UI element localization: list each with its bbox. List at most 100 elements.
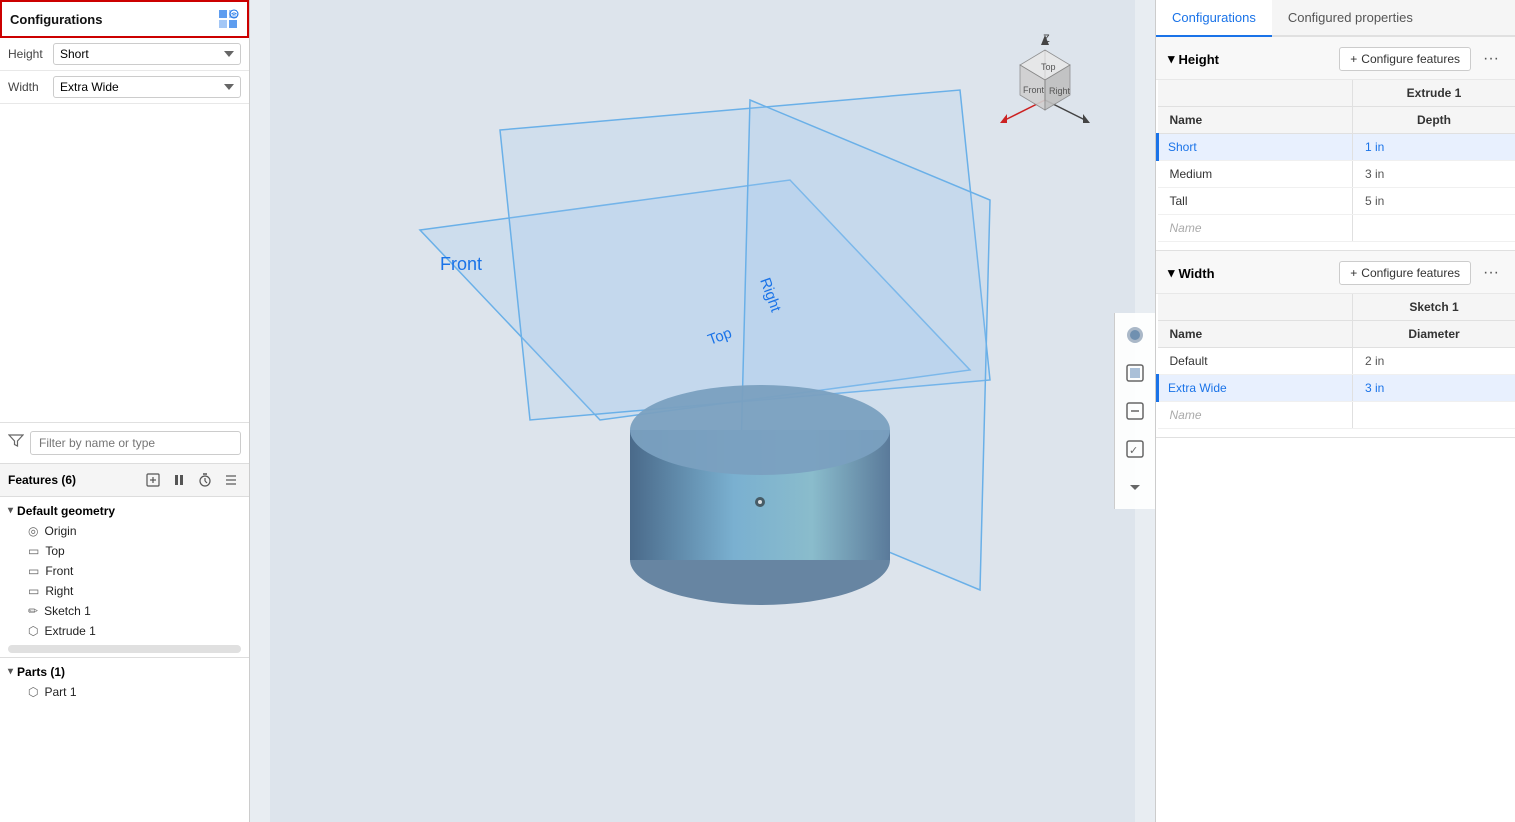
plus-icon: +	[1350, 52, 1357, 66]
width-plus-icon: +	[1350, 266, 1357, 280]
width-new-val	[1353, 402, 1515, 429]
filter-icon	[8, 433, 24, 452]
height-tall-name: Tall	[1158, 188, 1353, 215]
tree-item-origin[interactable]: ◎ Origin	[0, 521, 249, 541]
height-chevron: ▾	[1168, 51, 1175, 67]
height-table: Extrude 1 Name Depth Short 1 in Medium 3…	[1156, 80, 1515, 242]
height-row-medium[interactable]: Medium 3 in	[1158, 161, 1515, 188]
list-btn[interactable]	[221, 470, 241, 490]
height-name-header: Name	[1158, 107, 1353, 134]
configurations-icon: 👁	[217, 8, 239, 30]
tab-configured-properties[interactable]: Configured properties	[1272, 0, 1429, 37]
filter-input[interactable]	[30, 431, 241, 455]
height-new-name: Name	[1158, 215, 1353, 242]
pause-btn[interactable]	[169, 470, 189, 490]
default-geometry-header[interactable]: ▾ Default geometry	[0, 501, 249, 521]
default-geometry-label: Default geometry	[17, 504, 115, 518]
height-select[interactable]: Short Medium Tall	[53, 43, 241, 65]
sketch-icon: ✏	[28, 604, 38, 618]
width-extrawide-name: Extra Wide	[1158, 375, 1353, 402]
height-label: Height	[8, 47, 53, 61]
width-section: ▾ Width + Configure features ··· Sketch …	[1156, 251, 1515, 438]
width-section-header: ▾ Width + Configure features ···	[1156, 251, 1515, 294]
width-config-row: Width Default Extra Wide	[0, 71, 249, 104]
front-plane-icon: ▭	[28, 564, 39, 578]
height-tall-depth: 5 in	[1353, 188, 1515, 215]
add-feature-btn[interactable]	[143, 470, 163, 490]
right-panel: Configurations Configured properties ▾ H…	[1155, 0, 1515, 822]
extrude1-label: Extrude 1	[44, 624, 95, 638]
height-name-col-header	[1158, 80, 1353, 107]
height-medium-name: Medium	[1158, 161, 1353, 188]
width-default-name: Default	[1158, 348, 1353, 375]
viewport-tool-2[interactable]	[1117, 355, 1153, 391]
viewport-dropdown-btn[interactable]	[1117, 469, 1153, 505]
parts-section: ▾ Parts (1) ⬡ Part 1	[0, 657, 249, 706]
width-row-default[interactable]: Default 2 in	[1158, 348, 1515, 375]
feature-tree: ▾ Default geometry ◎ Origin ▭ Top ▭ Fron…	[0, 497, 249, 822]
svg-text:✓: ✓	[1129, 445, 1138, 457]
part1-label: Part 1	[44, 685, 76, 699]
width-label: Width	[8, 80, 53, 94]
tree-item-sketch1[interactable]: ✏ Sketch 1	[0, 601, 249, 621]
height-row-tall[interactable]: Tall 5 in	[1158, 188, 1515, 215]
features-title: Features (6)	[8, 473, 143, 487]
width-section-title: ▾ Width	[1168, 265, 1339, 281]
height-more-btn[interactable]: ···	[1479, 48, 1503, 70]
right-toolbar: ✓	[1114, 313, 1155, 509]
height-section-title: ▾ Height	[1168, 51, 1339, 67]
sketch1-label: Sketch 1	[44, 604, 91, 618]
width-select[interactable]: Default Extra Wide	[53, 76, 241, 98]
right-plane-icon: ▭	[28, 584, 39, 598]
width-row-new[interactable]: Name	[1158, 402, 1515, 429]
height-section: ▾ Height + Configure features ··· Extrud…	[1156, 37, 1515, 251]
height-depth-header: Depth	[1353, 107, 1515, 134]
orientation-cube[interactable]: Z Top Front Right	[995, 20, 1095, 140]
tree-item-part1[interactable]: ⬡ Part 1	[0, 682, 249, 702]
filter-area	[0, 422, 249, 463]
svg-text:👁: 👁	[230, 12, 238, 19]
height-feature-col-header: Extrude 1	[1353, 80, 1515, 107]
top-plane-icon: ▭	[28, 544, 39, 558]
width-name-header: Name	[1158, 321, 1353, 348]
height-short-name: Short	[1158, 134, 1353, 161]
right-panel-content: ▾ Height + Configure features ··· Extrud…	[1156, 37, 1515, 822]
svg-text:Top: Top	[1041, 62, 1056, 72]
width-diameter-header: Diameter	[1353, 321, 1515, 348]
features-toolbar	[143, 470, 241, 490]
svg-text:Front: Front	[440, 254, 482, 274]
tree-item-top[interactable]: ▭ Top	[0, 541, 249, 561]
front-label: Front	[45, 564, 73, 578]
viewport-tool-4[interactable]: ✓	[1117, 431, 1153, 467]
width-configure-btn[interactable]: + Configure features	[1339, 261, 1471, 285]
parts-chevron: ▾	[8, 666, 13, 677]
viewport-tool-3[interactable]	[1117, 393, 1153, 429]
origin-icon: ◎	[28, 524, 38, 538]
height-short-depth: 1 in	[1353, 134, 1515, 161]
tree-item-front[interactable]: ▭ Front	[0, 561, 249, 581]
features-header: Features (6)	[0, 463, 249, 497]
configurations-title: Configurations	[10, 12, 102, 27]
height-configure-btn[interactable]: + Configure features	[1339, 47, 1471, 71]
right-panel-tabs: Configurations Configured properties	[1156, 0, 1515, 37]
width-row-extrawide[interactable]: Extra Wide 3 in	[1158, 375, 1515, 402]
parts-header[interactable]: ▾ Parts (1)	[0, 662, 249, 682]
width-more-btn[interactable]: ···	[1479, 262, 1503, 284]
svg-text:Front: Front	[1023, 85, 1045, 95]
parts-label: Parts (1)	[17, 665, 65, 679]
tree-item-right[interactable]: ▭ Right	[0, 581, 249, 601]
tab-configurations[interactable]: Configurations	[1156, 0, 1272, 37]
tree-item-extrude1[interactable]: ⬡ Extrude 1	[0, 621, 249, 641]
viewport[interactable]: Front Top Right Z	[250, 0, 1155, 822]
part-icon: ⬡	[28, 685, 38, 699]
height-config-row: Height Short Medium Tall	[0, 38, 249, 71]
height-row-short[interactable]: Short 1 in	[1158, 134, 1515, 161]
height-section-header: ▾ Height + Configure features ···	[1156, 37, 1515, 80]
height-row-new[interactable]: Name	[1158, 215, 1515, 242]
width-feature-col-header: Sketch 1	[1353, 294, 1515, 321]
height-medium-depth: 3 in	[1353, 161, 1515, 188]
extrude-icon: ⬡	[28, 624, 38, 638]
right-label: Right	[45, 584, 73, 598]
timer-btn[interactable]	[195, 470, 215, 490]
viewport-tool-1[interactable]	[1117, 317, 1153, 353]
